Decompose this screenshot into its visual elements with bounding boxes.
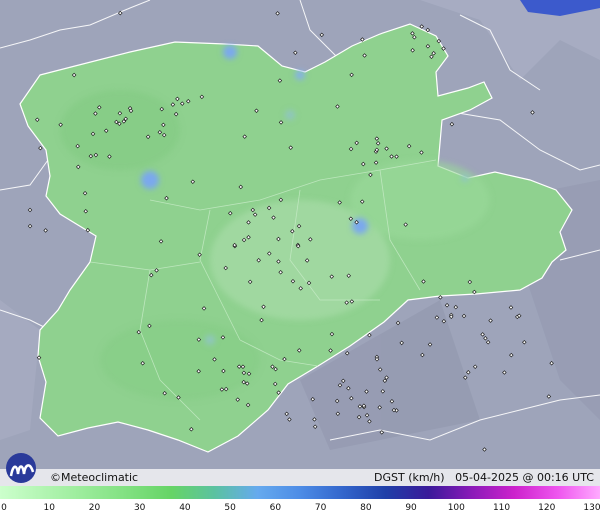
scale-tick-label: 40	[179, 503, 191, 513]
timestamp-label: 05-04-2025 @ 00:16 UTC	[455, 471, 594, 484]
scale-tick-label: 130	[583, 503, 600, 513]
map-info-text: DGST (km/h) 05-04-2025 @ 00:16 UTC	[374, 471, 594, 484]
scale-tick-label: 80	[360, 503, 372, 513]
color-scale-legend: 0 10 20 30 40 50 60 70 80 90 100 110 120 130	[0, 486, 600, 521]
credit-text: ©Meteoclimatic	[50, 471, 139, 484]
variable-label: DGST (km/h)	[374, 471, 445, 484]
scale-tick-label: 20	[88, 503, 101, 513]
scale-tick-label: 70	[314, 503, 327, 513]
scale-tick-label: 50	[224, 503, 236, 513]
meteoclimatic-logo-icon	[6, 453, 36, 483]
color-scale-bar	[0, 486, 600, 499]
scale-tick-label: 30	[133, 503, 146, 513]
scale-tick-label: 0	[1, 503, 7, 513]
scale-tick-label: 110	[492, 503, 511, 513]
scale-tick-label: 100	[447, 503, 465, 513]
scale-tick-label: 10	[43, 503, 55, 513]
scale-tick-label: 60	[269, 503, 282, 513]
wind-gust-map	[0, 0, 600, 521]
map-canvas	[0, 0, 600, 470]
scale-tick-label: 90	[405, 503, 417, 513]
scale-tick-label: 120	[538, 503, 556, 513]
